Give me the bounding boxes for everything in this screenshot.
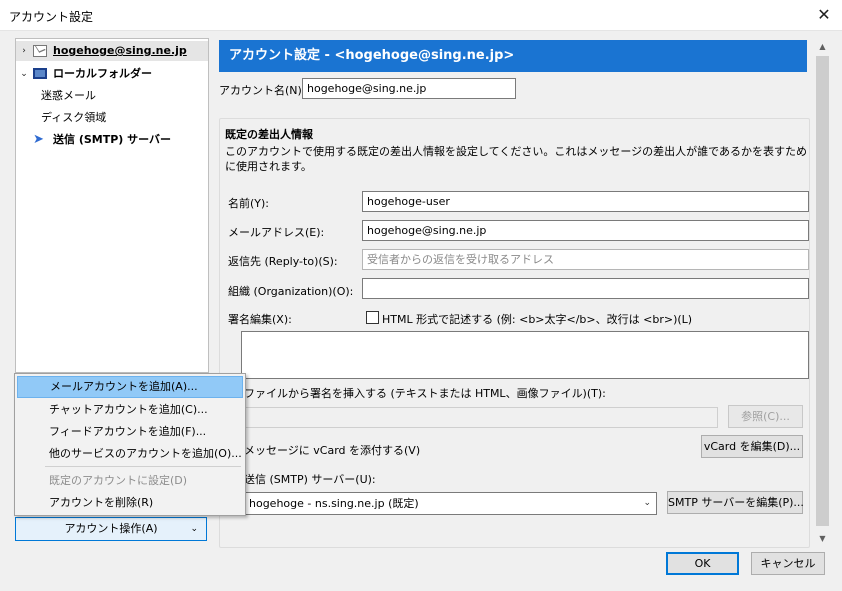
tree-item-disk[interactable]: ディスク領域 xyxy=(16,108,208,128)
smtp-server-value: hogehoge - ns.sing.ne.jp (既定) xyxy=(249,497,419,510)
identity-description: このアカウントで使用する既定の差出人情報を設定してください。これはメッセージの差… xyxy=(225,145,808,173)
tree-item-disk-label: ディスク領域 xyxy=(41,111,107,124)
identity-heading: 既定の差出人情報 xyxy=(225,128,313,141)
scroll-up-icon[interactable]: ▲ xyxy=(814,38,831,55)
page-title: アカウント設定 - <hogehoge@sing.ne.jp> xyxy=(219,40,807,72)
signature-file-input xyxy=(244,407,718,428)
chevron-down-icon: ⌄ xyxy=(190,524,198,534)
tree-item-junk[interactable]: 迷惑メール xyxy=(16,86,208,106)
file-signature-label: ファイルから署名を挿入する (テキストまたは HTML、画像ファイル)(T): xyxy=(244,387,606,400)
menu-item-add-other-account[interactable]: 他のサービスのアカウントを追加(O)... xyxy=(17,443,243,465)
tree-item-account[interactable]: › hogehoge@sing.ne.jp xyxy=(16,41,208,61)
signature-textarea[interactable] xyxy=(241,331,809,379)
browse-button[interactable]: 参照(C)... xyxy=(728,405,803,428)
account-name-label: アカウント名(N): xyxy=(219,84,306,97)
edit-vcard-button[interactable]: vCard を編集(D)... xyxy=(701,435,803,458)
tree-item-account-label: hogehoge@sing.ne.jp xyxy=(53,44,187,57)
replyto-label: 返信先 (Reply-to)(S): xyxy=(228,255,338,268)
menu-item-add-feed-account[interactable]: フィードアカウントを追加(F)... xyxy=(17,421,243,443)
menu-item-remove-account[interactable]: アカウントを削除(R) xyxy=(17,492,243,514)
name-label: 名前(Y): xyxy=(228,197,270,210)
html-checkbox-label: HTML 形式で記述する (例: <b>太字</b>、改行は <br>)(L) xyxy=(382,313,693,326)
tree-item-junk-label: 迷惑メール xyxy=(41,89,96,102)
signature-label: 署名編集(X): xyxy=(228,313,292,326)
scroll-down-icon[interactable]: ▼ xyxy=(814,530,831,547)
mail-icon xyxy=(33,45,47,57)
account-settings-panel: アカウント設定 - <hogehoge@sing.ne.jp> アカウント名(N… xyxy=(216,38,810,548)
email-input[interactable]: hogehoge@sing.ne.jp xyxy=(362,220,809,241)
account-actions-label: アカウント操作(A) xyxy=(64,522,158,535)
html-checkbox[interactable] xyxy=(366,311,379,324)
vcard-label: メッセージに vCard を添付する(V) xyxy=(244,444,421,457)
replyto-input[interactable]: 受信者からの返信を受け取るアドレス xyxy=(362,249,809,270)
email-label: メールアドレス(E): xyxy=(228,226,325,239)
close-icon[interactable]: ✕ xyxy=(812,4,836,26)
menu-item-set-default: 既定のアカウントに設定(D) xyxy=(49,474,188,487)
tree-item-smtp[interactable]: ➤ 送信 (SMTP) サーバー xyxy=(16,130,208,150)
cancel-button[interactable]: キャンセル xyxy=(751,552,825,575)
tree-item-local-folders-label: ローカルフォルダー xyxy=(53,67,152,80)
smtp-server-label: 送信 (SMTP) サーバー(U): xyxy=(244,473,376,486)
edit-smtp-button[interactable]: SMTP サーバーを編集(P)... xyxy=(667,491,804,514)
chevron-down-icon[interactable]: ⌄ xyxy=(19,64,29,84)
scrollbar[interactable]: ▲ ▼ xyxy=(814,38,831,547)
organization-label: 組織 (Organization)(O): xyxy=(228,285,354,298)
chevron-down-icon: ⌄ xyxy=(643,498,651,508)
name-input[interactable]: hogehoge-user xyxy=(362,191,809,212)
tree-item-local-folders[interactable]: ⌄ ローカルフォルダー xyxy=(16,64,208,84)
send-icon: ➤ xyxy=(33,132,44,147)
scroll-thumb[interactable] xyxy=(816,56,829,526)
account-actions-button[interactable]: アカウント操作(A) ⌄ xyxy=(15,517,207,541)
title-bar: アカウント設定 ✕ xyxy=(0,0,842,31)
ok-button[interactable]: OK xyxy=(666,552,739,575)
menu-item-add-mail-account[interactable]: メールアカウントを追加(A)... xyxy=(17,376,243,398)
menu-separator xyxy=(45,466,241,467)
menu-item-add-chat-account[interactable]: チャットアカウントを追加(C)... xyxy=(17,399,243,421)
account-name-input[interactable]: hogehoge@sing.ne.jp xyxy=(302,78,516,99)
smtp-server-select[interactable]: hogehoge - ns.sing.ne.jp (既定) ⌄ xyxy=(244,492,657,515)
window-title: アカウント設定 xyxy=(9,10,94,24)
account-actions-menu: メールアカウントを追加(A)... チャットアカウントを追加(C)... フィー… xyxy=(14,373,246,516)
tree-item-smtp-label: 送信 (SMTP) サーバー xyxy=(53,133,172,146)
chevron-right-icon[interactable]: › xyxy=(19,41,29,61)
local-folder-icon xyxy=(33,68,47,79)
organization-input[interactable] xyxy=(362,278,809,299)
account-tree[interactable]: › hogehoge@sing.ne.jp ⌄ ローカルフォルダー 迷惑メール … xyxy=(15,38,209,373)
